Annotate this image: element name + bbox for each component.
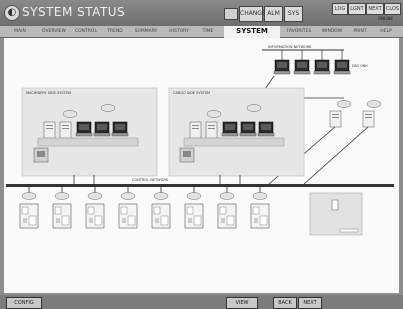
network-diagram: INFORMATION NETWORK EWS ONH MACHINERY SI… [6,45,394,236]
tab-history[interactable]: HISTORY [164,26,194,37]
info-network-label: INFORMATION NETWORK [268,45,312,49]
info-terminal-3-icon[interactable] [313,59,331,75]
fcu-7-icon[interactable] [217,203,237,229]
gateway-server-2-icon[interactable] [362,110,375,128]
fcu-4-icon[interactable] [118,203,138,229]
cargo-system-label: CARGO SIDE SYSTEM [173,91,210,95]
fcu-8-dish-icon [252,192,268,200]
machinery-server-1-icon[interactable] [43,121,56,139]
online-status: ONLINE [378,16,394,21]
terminal-label: EWS ONH [352,64,368,68]
info-terminal-2-icon[interactable] [293,59,311,75]
fcu-2-icon[interactable] [52,203,72,229]
tab-summary[interactable]: SUMMARY [130,26,162,37]
tab-help[interactable]: HELP [374,26,398,37]
config-button[interactable]: CONFIG [6,297,42,309]
system-diagram-panel: INFORMATION NETWORK EWS ONH MACHINERY SI… [4,38,399,293]
app-title: SYSTEM STATUS [22,5,126,19]
cargo-server-1-icon[interactable] [189,121,202,139]
fcu-6-dish-icon [186,192,202,200]
tab-system[interactable]: SYSTEM [224,26,280,38]
fcu-3-dish-icon [87,192,103,200]
next-button[interactable]: NEXT [366,3,384,15]
fcu-7-dish-icon [219,192,235,200]
nav-bar: MAIN OVERVIEW CONTROL TREND SUMMARY HIST… [0,26,403,38]
status-indicator-icon[interactable] [224,8,238,20]
machinery-dish-1-icon [62,110,78,118]
fcu-3-icon[interactable] [85,203,105,229]
next-page-button[interactable]: NEXT [298,297,322,309]
cargo-pc-2-icon[interactable] [239,121,257,137]
cargo-server-2-icon[interactable] [205,121,218,139]
tab-control[interactable]: CONTROL [72,26,100,37]
gateway-dish-2-icon [366,100,382,108]
cargo-dish-1-icon [206,110,222,118]
cargo-pc-3-icon[interactable] [257,121,275,137]
fcu-1-dish-icon [21,192,37,200]
fcu-5-dish-icon [153,192,169,200]
alarm-button[interactable]: ALM [264,6,283,22]
log-button[interactable]: LOG [332,3,348,15]
control-network-label: CONTROL NETWORK [132,178,169,182]
tab-overview[interactable]: OVERVIEW [38,26,70,37]
info-terminal-1-icon[interactable] [273,59,291,75]
tab-window[interactable]: WINDOW [318,26,346,37]
detail-device-icon [331,199,339,211]
cargo-dish-2-icon [246,104,262,112]
fcu-row [19,187,270,229]
system-status-window: ◐ SYSTEM STATUS CHANGE ALM SYS LOG LGNT … [0,0,403,309]
tab-time[interactable]: TIME [196,26,220,37]
info-terminal-4-icon[interactable] [333,59,351,75]
close-button[interactable]: CLOS [384,3,401,15]
system-button[interactable]: SYS [284,6,303,22]
fcu-2-dish-icon [54,192,70,200]
tab-main[interactable]: MAIN [4,26,36,37]
gateway-server-1-icon[interactable] [329,110,342,128]
lgnt-button[interactable]: LGNT [348,3,366,15]
gateway-dish-1-icon [336,100,352,108]
tab-print[interactable]: PRINT [348,26,372,37]
machinery-pc-2-icon[interactable] [93,121,111,137]
machinery-dish-2-icon [100,104,116,112]
machinery-pc-1-icon[interactable] [75,121,93,137]
fcu-6-icon[interactable] [184,203,204,229]
app-logo-icon: ◐ [4,5,20,21]
tab-trend[interactable]: TREND [102,26,128,37]
fcu-8-icon[interactable] [250,203,270,229]
detail-scrollbar[interactable] [339,228,359,233]
machinery-pc-3-icon[interactable] [111,121,129,137]
detail-panel[interactable] [309,192,363,236]
view-button[interactable]: VIEW [226,297,258,309]
machinery-system-label: MACHINERY SIDE SYSTEM [26,91,71,95]
fcu-4-dish-icon [120,192,136,200]
back-button[interactable]: BACK [273,297,297,309]
change-button[interactable]: CHANGE [239,6,266,22]
tab-favorites[interactable]: FAVORITES [282,26,316,37]
title-bar: ◐ SYSTEM STATUS CHANGE ALM SYS LOG LGNT … [0,0,403,26]
bottom-bar: CONFIG VIEW BACK NEXT [0,295,403,309]
fcu-1-icon[interactable] [19,203,39,229]
machinery-server-2-icon[interactable] [59,121,72,139]
control-network-bus [6,184,394,187]
fcu-5-icon[interactable] [151,203,171,229]
cargo-pc-1-icon[interactable] [221,121,239,137]
